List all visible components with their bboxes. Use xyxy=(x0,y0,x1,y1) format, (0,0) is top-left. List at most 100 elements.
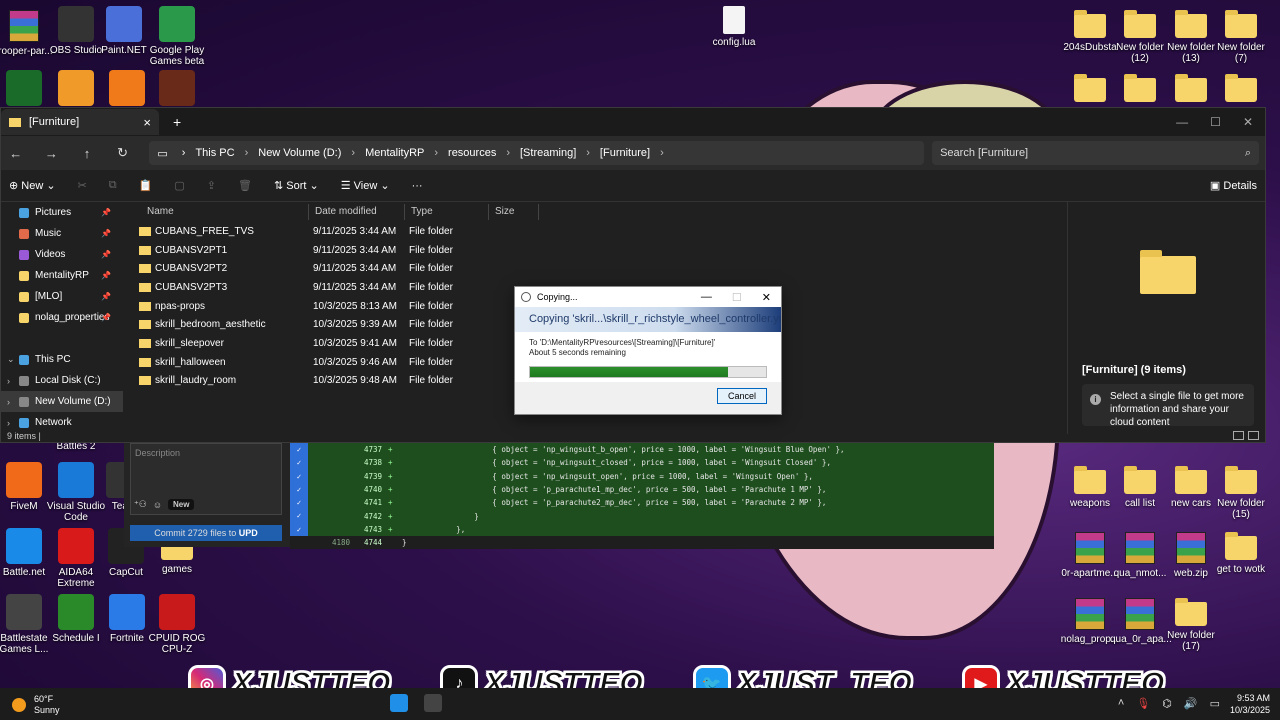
column-name[interactable]: Name xyxy=(131,204,309,220)
battery-icon[interactable]: ▭ xyxy=(1210,697,1220,710)
close-window-icon[interactable]: ✕ xyxy=(1243,115,1253,129)
sidebar-item[interactable]: [MLO] 📌 xyxy=(1,286,123,307)
desktop-icon[interactable] xyxy=(147,70,207,109)
table-row[interactable]: CUBANSV2PT1 9/11/2025 3:44 AM File folder xyxy=(131,241,1061,260)
folder-icon xyxy=(1124,466,1156,494)
blender-icon xyxy=(109,70,145,106)
address-bar[interactable]: ▭ › This PC › New Volume (D:) › MentalityRP ›… xyxy=(149,141,925,165)
text-file-icon xyxy=(723,6,745,34)
minimize-icon[interactable]: — xyxy=(1176,115,1188,129)
sidebar-item[interactable]: ⌄ This PC xyxy=(1,349,123,370)
paste-icon[interactable]: 📋 xyxy=(139,179,153,192)
folder-icon xyxy=(1225,532,1257,560)
pin-icon: 📌 xyxy=(101,313,111,322)
folder-icon xyxy=(1074,74,1106,102)
sidebar-item[interactable]: nolag_properties 📌 xyxy=(1,307,123,328)
chevron-down-icon[interactable]: ⌄ xyxy=(7,354,15,365)
weather-widget[interactable]: 60°F Sunny xyxy=(12,694,60,716)
breadcrumb-item[interactable]: New Volume (D:) › xyxy=(258,147,365,159)
details-button[interactable]: ▣ Details xyxy=(1210,179,1257,192)
desktop-icon-config-lua[interactable]: config.lua xyxy=(704,6,764,48)
add-coauthor-icon[interactable]: ⁺⚇ xyxy=(134,499,147,510)
minimize-icon[interactable]: — xyxy=(701,291,712,304)
cancel-button[interactable]: Cancel xyxy=(717,388,767,404)
breadcrumb-item[interactable]: [Streaming] › xyxy=(520,147,600,159)
copilot-icon[interactable]: ☺ xyxy=(153,500,162,510)
column-date[interactable]: Date modified xyxy=(309,204,405,220)
microphone-icon[interactable]: 🎙 xyxy=(1136,697,1150,710)
search-input[interactable]: Search [Furniture] ⌕ xyxy=(932,141,1259,165)
desktop-icon[interactable]: CPUID ROG CPU-Z xyxy=(147,594,207,655)
sidebar-item[interactable]: Music 📌 xyxy=(1,223,123,244)
desktop-icon[interactable]: New folder (15) xyxy=(1211,462,1271,520)
maximize-icon[interactable]: ☐ xyxy=(1210,115,1221,129)
sidebar-item-icon xyxy=(19,270,29,281)
file-date: 9/11/2025 3:44 AM xyxy=(313,281,397,293)
breadcrumb-label: [Streaming] xyxy=(520,147,577,159)
new-line-number: 4739 xyxy=(363,471,382,481)
sidebar-item[interactable]: › Network xyxy=(1,412,123,433)
close-dialog-icon[interactable]: ✕ xyxy=(762,291,771,304)
desktop-icon[interactable]: Google Play Games beta xyxy=(147,6,207,67)
table-row[interactable]: CUBANSV2PT2 9/11/2025 3:44 AM File folder xyxy=(131,259,1061,278)
breadcrumb-item[interactable]: resources › xyxy=(448,147,520,159)
sidebar-item-icon xyxy=(19,312,29,323)
breadcrumb-item[interactable]: MentalityRP › xyxy=(365,147,448,159)
new-line-number: 4742 xyxy=(363,511,382,521)
breadcrumb-item[interactable]: [Furniture] › xyxy=(600,147,674,159)
tiles-view-icon[interactable] xyxy=(1248,431,1259,440)
chevron-right-icon: › xyxy=(244,147,249,159)
sidebar-item[interactable]: Videos 📌 xyxy=(1,244,123,265)
desktop-icon[interactable]: New folder (17) xyxy=(1161,594,1221,652)
checkbox-checked-icon[interactable]: ✓ xyxy=(290,443,308,457)
checkbox-empty[interactable] xyxy=(290,536,308,550)
desktop-icon[interactable] xyxy=(1211,70,1271,106)
checkbox-checked-icon[interactable]: ✓ xyxy=(290,522,308,537)
details-title: [Furniture] (9 items) xyxy=(1082,364,1186,376)
checkbox-checked-icon[interactable]: ✓ xyxy=(290,456,308,470)
folder-icon xyxy=(1175,466,1207,494)
sort-button[interactable]: ⇅ Sort ⌄ xyxy=(274,179,319,192)
refresh-icon[interactable]: ↻ xyxy=(114,145,132,161)
column-type[interactable]: Type xyxy=(405,204,489,220)
new-line-number: 4741 xyxy=(363,498,382,508)
view-button[interactable]: ☰ View ⌄ xyxy=(341,179,390,192)
desktop-icon[interactable]: get to wotk xyxy=(1211,528,1271,575)
desktop-icon[interactable]: Paint.NET xyxy=(94,6,154,56)
weather-condition: Sunny xyxy=(34,705,60,715)
fivem-icon xyxy=(6,462,42,498)
table-row[interactable]: CUBANS_FREE_TVS 9/11/2025 3:44 AM File fol… xyxy=(131,222,1061,241)
up-arrow-icon[interactable]: ↑ xyxy=(78,146,96,161)
new-tab-icon[interactable]: + xyxy=(173,114,181,130)
sidebar-item[interactable]: › Local Disk (C:) xyxy=(1,370,123,391)
details-view-icon[interactable] xyxy=(1233,431,1244,440)
volume-icon[interactable]: 🔊 xyxy=(1184,697,1198,710)
column-size[interactable]: Size xyxy=(489,204,539,220)
network-icon[interactable]: ⌬ xyxy=(1162,697,1172,710)
new-button[interactable]: ⊕ New ⌄ xyxy=(9,179,56,192)
forward-arrow-icon[interactable]: → xyxy=(43,146,61,161)
chevron-up-icon[interactable]: ˄ xyxy=(1118,697,1124,710)
checkbox-checked-icon[interactable]: ✓ xyxy=(290,469,308,483)
close-tab-icon[interactable]: × xyxy=(143,115,151,130)
chevron-right-icon[interactable]: › xyxy=(7,397,10,407)
tab-furniture[interactable]: [Furniture] × xyxy=(1,109,159,135)
chevron-right-icon[interactable]: › xyxy=(7,418,10,428)
checkbox-checked-icon[interactable]: ✓ xyxy=(290,496,308,510)
chevron-right-icon[interactable]: › xyxy=(7,376,10,386)
search-icon[interactable] xyxy=(424,694,442,712)
taskbar-clock[interactable]: 9:53 AM 10/3/2025 xyxy=(1230,692,1270,716)
desktop-icon[interactable]: New folder (7) xyxy=(1211,6,1271,64)
more-options-icon[interactable]: ··· xyxy=(412,180,423,192)
sidebar-item[interactable]: Pictures 📌 xyxy=(1,202,123,223)
back-arrow-icon[interactable]: ← xyxy=(7,146,25,161)
breadcrumb-item[interactable]: This PC › xyxy=(195,147,258,159)
monitor-icon: ▭ xyxy=(157,147,168,160)
checkbox-checked-icon[interactable]: ✓ xyxy=(290,509,308,523)
checkbox-checked-icon[interactable]: ✓ xyxy=(290,482,308,497)
code-text: { object = 'np_wingsuit_b_open', price =… xyxy=(402,445,845,455)
sidebar-item[interactable]: MentalityRP 📌 xyxy=(1,265,123,286)
sidebar-item[interactable]: › New Volume (D:) xyxy=(1,391,123,412)
windows-start-icon[interactable] xyxy=(390,694,408,712)
commit-button[interactable]: Commit 2729 files to UPD xyxy=(130,525,282,541)
